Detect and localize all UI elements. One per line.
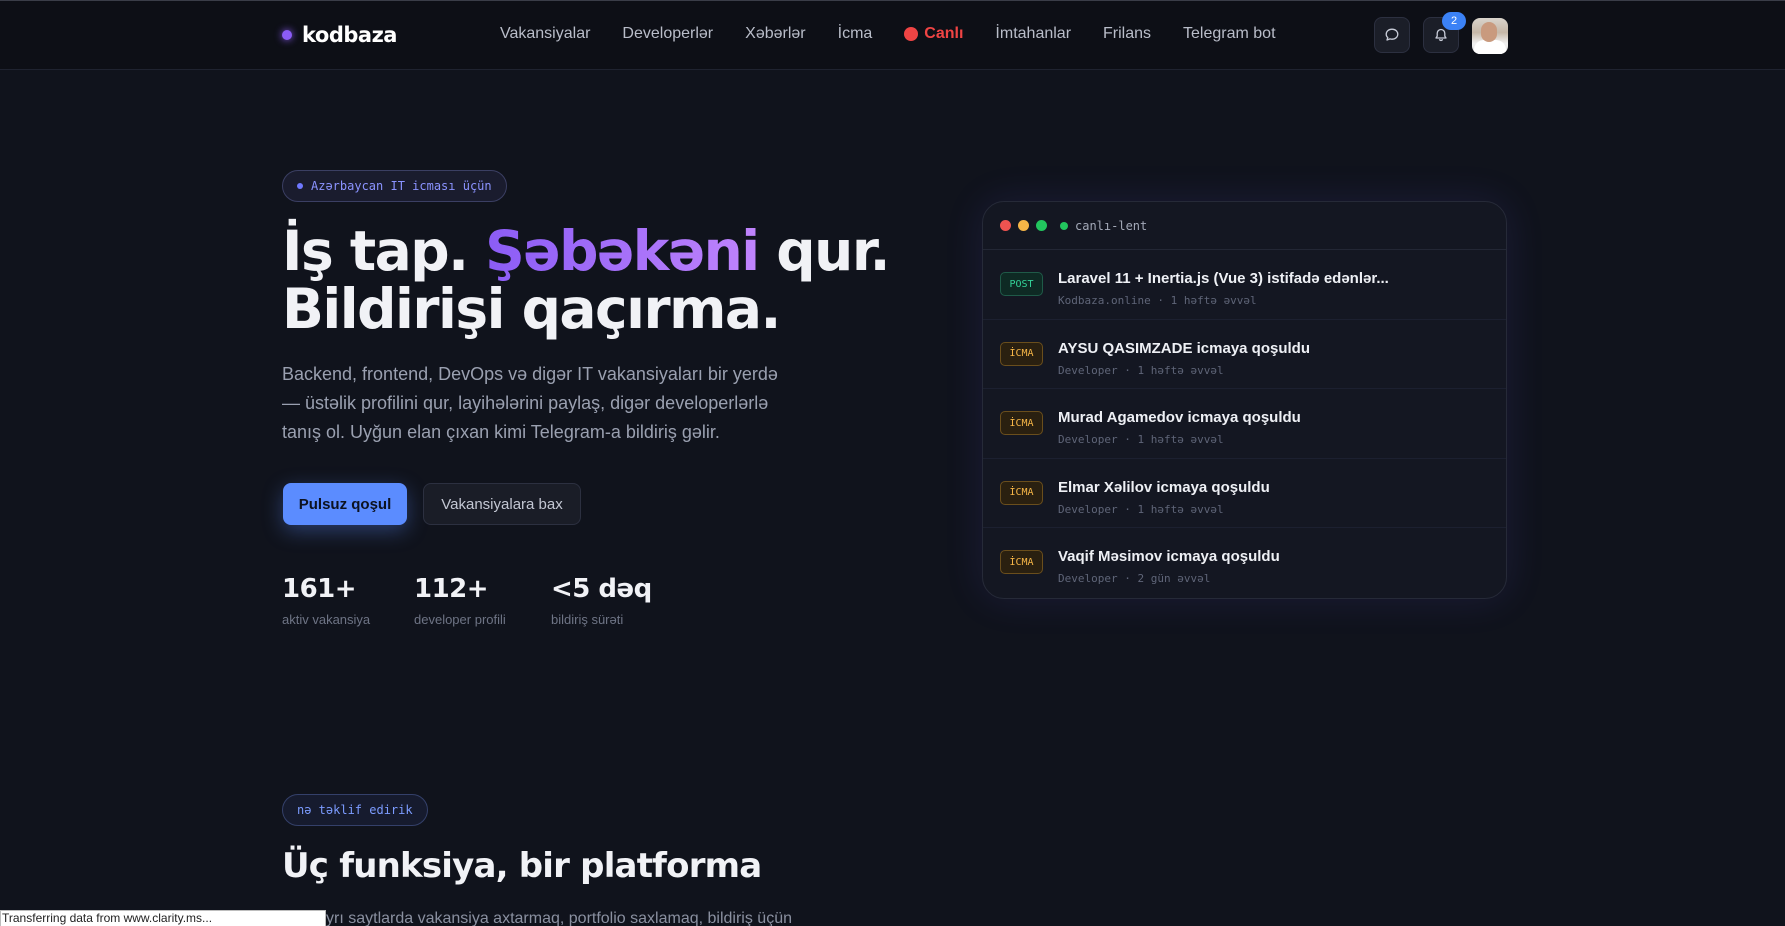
feed-item[interactable]: İCMA Murad Agamedov icmaya qoşuldu Devel… [983, 389, 1506, 459]
nav-item-xeberler[interactable]: Xəbərlər [745, 25, 805, 43]
nav-item-imtahanlar[interactable]: İmtahanlar [995, 25, 1071, 43]
features-pill: nə təklif edirik [282, 794, 428, 826]
feed-item-tag: İCMA [1000, 480, 1043, 505]
feed-item[interactable]: İCMA AYSU QASIMZADE icmaya qoşuldu Devel… [983, 320, 1506, 390]
main-nav: Vakansiyalar Developerlər Xəbərlər İcma … [500, 25, 1308, 43]
logo-dot-icon [282, 30, 292, 40]
feed-item-meta: Developer · 1 həftə əvvəl [1058, 502, 1224, 516]
messages-button[interactable] [1374, 17, 1410, 53]
hero-pill: Azərbaycan IT icması üçün [282, 170, 507, 202]
live-status-dot-icon [1060, 221, 1068, 230]
features-description: yrı saytlarda vakansiya axtarmaq, portfo… [282, 910, 842, 926]
bell-icon [1435, 28, 1447, 42]
hero-title: İş tap. Şəbəkəni qur. Bildirişi qaçırma. [282, 222, 902, 338]
stat-vacancies: 161+ aktiv vakansiya [282, 574, 370, 627]
hero-description: Backend, frontend, DevOps və digər IT va… [282, 364, 778, 442]
stat-label: bildiriş sürəti [551, 612, 624, 627]
logo-text: kodbaza [302, 23, 397, 47]
nav-item-canli[interactable]: Canlı [904, 25, 963, 43]
notifications-button[interactable]: 2 [1423, 12, 1466, 53]
chat-bubble-icon [1385, 28, 1399, 41]
notification-badge: 2 [1442, 12, 1466, 30]
nav-item-icma[interactable]: İcma [838, 25, 873, 43]
stat-value: 112+ [414, 574, 489, 604]
stat-developers: 112+ developer profili [414, 574, 506, 627]
feed-item-tag: İCMA [1000, 550, 1043, 575]
nav-item-canli-label: Canlı [924, 25, 964, 42]
feed-item[interactable]: İCMA Elmar Xəlilov icmaya qoşuldu Develo… [983, 459, 1506, 529]
live-dot-icon [904, 27, 919, 41]
nav-item-frilans[interactable]: Frilans [1103, 25, 1151, 43]
nav-item-developerler[interactable]: Developerlər [622, 25, 713, 43]
hero-title-highlight: Şəbəkəni [485, 219, 760, 283]
nav-item-telegram-bot[interactable]: Telegram bot [1183, 25, 1276, 43]
features-pill-label: nə təklif edirik [297, 803, 413, 817]
window-minimize-dot-icon [1018, 220, 1029, 231]
feed-item[interactable]: POST Laravel 11 + Inertia.js (Vue 3) ist… [983, 250, 1506, 320]
stat-label: developer profili [414, 612, 506, 627]
feed-item-tag: İCMA [1000, 341, 1043, 366]
hero-title-part1: İş tap. [282, 219, 486, 283]
hero-title-line2: Bildirişi qaçırma. [282, 277, 781, 341]
feed-item-title: Elmar Xəlilov icmaya qoşuldu [1058, 478, 1270, 496]
stat-notification-speed: <5 dəq bildiriş sürəti [551, 574, 652, 627]
hero-pill-label: Azərbaycan IT icması üçün [311, 179, 492, 193]
live-feed-title-label: canlı-lent [1075, 218, 1148, 233]
feed-item[interactable]: İCMA Vaqif Məsimov icmaya qoşuldu Develo… [983, 528, 1506, 598]
view-vacancies-button[interactable]: Vakansiyalara bax [423, 483, 581, 525]
feed-item-tag: POST [1000, 272, 1043, 296]
feed-item-title: Murad Agamedov icmaya qoşuldu [1058, 409, 1301, 427]
features-title: Üç funksiya, bir platforma [282, 846, 762, 886]
pill-dot-icon [297, 183, 303, 189]
feed-item-tag: İCMA [1000, 411, 1043, 436]
live-feed-card: canlı-lent POST Laravel 11 + Inertia.js … [982, 201, 1507, 599]
stat-label: aktiv vakansiya [282, 612, 371, 627]
window-maximize-dot-icon [1036, 220, 1047, 231]
live-feed-title: canlı-lent [1060, 219, 1147, 233]
stat-value: <5 dəq [551, 574, 652, 604]
feed-item-title: Vaqif Məsimov icmaya qoşuldu [1058, 548, 1280, 566]
feed-item-meta: Developer · 2 gün əvvəl [1058, 572, 1211, 586]
feed-item-meta: Developer · 1 həftə əvvəl [1058, 433, 1224, 447]
top-navbar: kodbaza Vakansiyalar Developerlər Xəbərl… [0, 0, 1785, 70]
feed-item-title: Laravel 11 + Inertia.js (Vue 3) istifadə… [1058, 270, 1389, 287]
hero-title-part2: qur. [758, 219, 890, 283]
window-close-dot-icon [1000, 220, 1011, 231]
stat-value: 161+ [282, 574, 357, 604]
feed-item-meta: Kodbaza.online · 1 həftə əvvəl [1058, 294, 1257, 307]
join-free-button[interactable]: Pulsuz qoşul [283, 483, 407, 525]
feed-item-meta: Developer · 1 həftə əvvəl [1058, 363, 1224, 377]
logo[interactable]: kodbaza [282, 23, 397, 47]
feed-item-title: AYSU QASIMZADE icmaya qoşuldu [1058, 339, 1310, 357]
live-feed-header: canlı-lent [983, 202, 1506, 250]
nav-item-vakansiyalar[interactable]: Vakansiyalar [500, 25, 590, 43]
browser-status-bar: Transferring data from www.clarity.ms... [0, 910, 326, 926]
user-avatar[interactable] [1472, 18, 1508, 54]
features-description-text: yrı saytlarda vakansiya axtarmaq, portfo… [326, 910, 792, 926]
